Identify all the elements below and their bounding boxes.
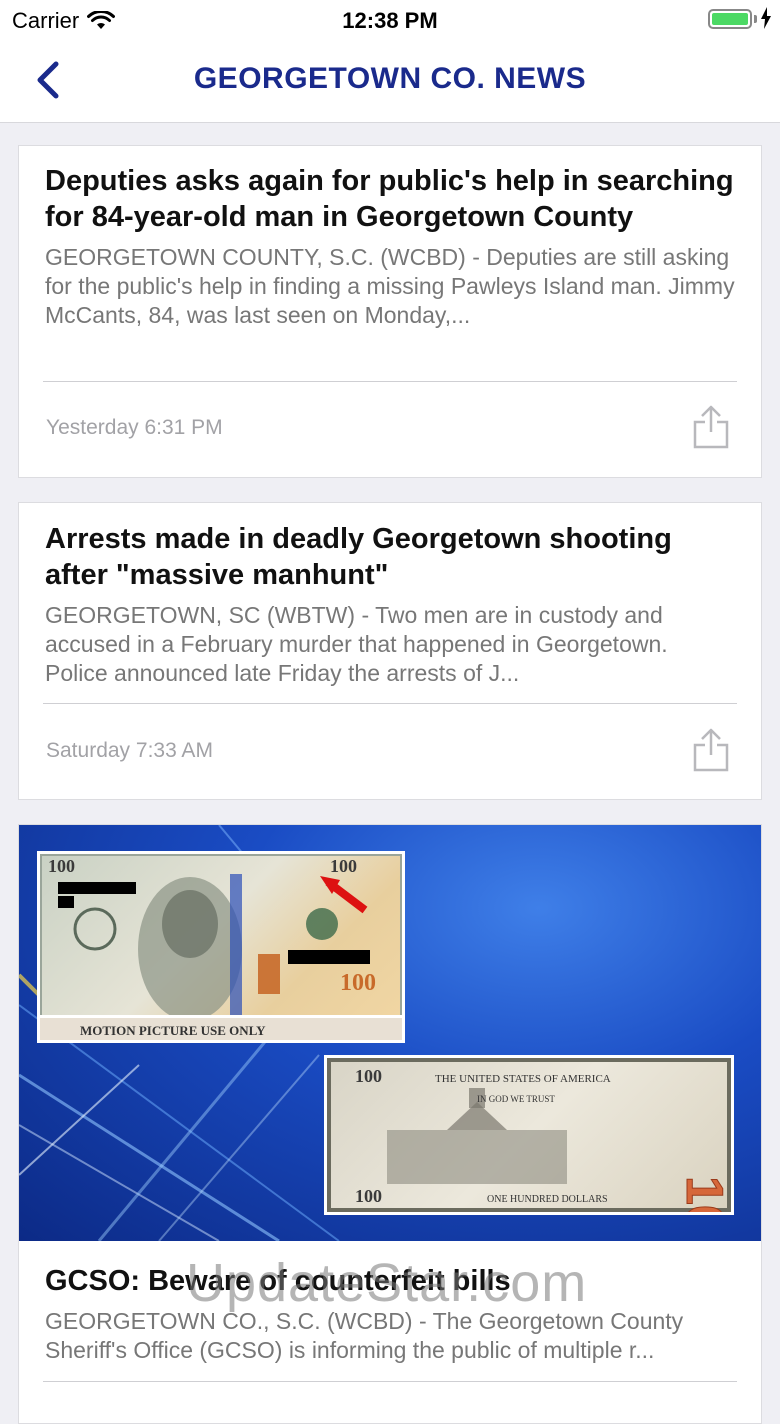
page-title: GEORGETOWN CO. NEWS	[193, 62, 587, 95]
svg-text:100: 100	[340, 970, 376, 996]
svg-text:100: 100	[355, 1066, 382, 1086]
battery-icon	[708, 9, 752, 29]
svg-text:100: 100	[675, 1176, 731, 1212]
article-image[interactable]: 100 100 100 100 MOTION PICTURE USE ONLY …	[19, 825, 761, 1241]
divider	[43, 703, 737, 704]
divider	[43, 381, 737, 382]
svg-text:100: 100	[355, 1186, 382, 1206]
navigation-bar: GEORGETOWN CO. NEWS	[0, 40, 780, 123]
bill-front-art: 100 100 100 100	[40, 854, 402, 1040]
article-title[interactable]: Arrests made in deadly Georgetown shooti…	[19, 503, 761, 593]
article-title[interactable]: Deputies asks again for public's help in…	[19, 146, 761, 235]
share-button[interactable]	[691, 727, 731, 773]
article-card[interactable]: Arrests made in deadly Georgetown shooti…	[18, 502, 762, 800]
svg-text:ONE HUNDRED DOLLARS: ONE HUNDRED DOLLARS	[487, 1194, 608, 1205]
svg-text:IN GOD WE TRUST: IN GOD WE TRUST	[477, 1094, 555, 1104]
watermark: UpdateStar.com	[186, 1253, 588, 1313]
bill-back-art: 100 100 THE UNITED STATES OF AMERICA IN …	[327, 1058, 731, 1212]
share-icon	[693, 728, 729, 772]
charging-bolt-icon	[761, 7, 771, 29]
battery-cap	[754, 15, 757, 23]
article-timestamp: Yesterday 6:31 PM	[46, 416, 223, 439]
front-denomination-top: 100	[48, 856, 75, 876]
motion-picture-text: MOTION PICTURE USE ONLY	[80, 1023, 266, 1038]
status-bar: Carrier 12:38 PM	[0, 0, 780, 40]
article-card[interactable]: 100 100 100 100 MOTION PICTURE USE ONLY …	[18, 824, 762, 1424]
share-icon	[693, 405, 729, 449]
divider	[43, 1381, 737, 1382]
hundred-dollar-bill-back: 100 100 THE UNITED STATES OF AMERICA IN …	[324, 1055, 734, 1215]
article-card[interactable]: Deputies asks again for public's help in…	[18, 145, 762, 478]
bill-strip: MOTION PICTURE USE ONLY	[37, 1015, 405, 1043]
article-summary: GEORGETOWN CO., S.C. (WCBD) - The George…	[45, 1308, 684, 1363]
svg-text:THE UNITED STATES OF AMERICA: THE UNITED STATES OF AMERICA	[435, 1073, 611, 1085]
status-time: 12:38 PM	[342, 8, 438, 33]
svg-text:100: 100	[330, 856, 357, 876]
share-button[interactable]	[691, 404, 731, 450]
article-timestamp: Saturday 7:33 AM	[46, 739, 213, 762]
article-summary: GEORGETOWN, SC (WBTW) - Two men are in c…	[45, 602, 668, 686]
article-summary: GEORGETOWN COUNTY, S.C. (WCBD) - Deputie…	[45, 244, 735, 328]
